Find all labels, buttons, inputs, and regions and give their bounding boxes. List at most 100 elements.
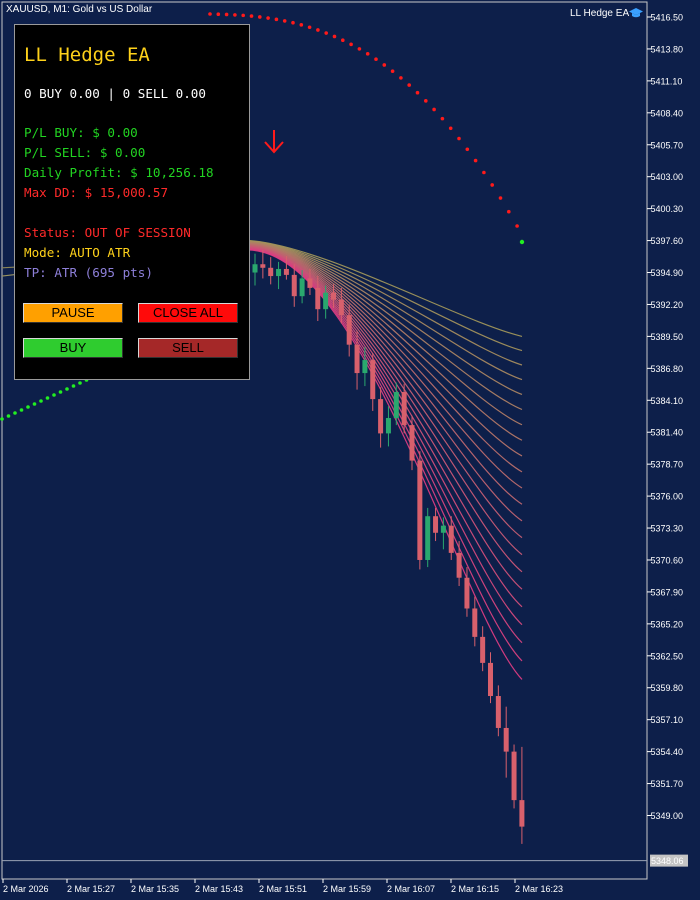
sar-dot	[324, 31, 329, 35]
price-tick-label: 5378.70	[651, 460, 684, 470]
price-tick-label: 5373.30	[651, 524, 684, 534]
candle-body	[260, 264, 266, 268]
sar-dot	[332, 34, 337, 39]
time-tick-label: 2 Mar 15:43	[195, 884, 243, 894]
sar-dot	[39, 399, 43, 403]
candle-body	[393, 391, 399, 419]
time-tick-label: 2 Mar 16:23	[515, 884, 563, 894]
sar-dot	[6, 414, 11, 418]
price-tick-label: 5349.00	[651, 811, 684, 821]
price-tick-label: 5392.20	[651, 300, 684, 310]
sar-dot	[208, 12, 212, 16]
candle-body	[433, 516, 439, 533]
price-tick-label: 5365.20	[651, 619, 684, 629]
candle-body	[315, 287, 321, 310]
panel-title: LL Hedge EA	[24, 44, 150, 66]
graduation-cap-icon	[629, 8, 643, 18]
price-tick-label: 5413.80	[651, 44, 684, 54]
ema-line	[249, 248, 523, 644]
positions-summary: 0 BUY 0.00 | 0 SELL 0.00	[24, 86, 206, 101]
price-tick-label: 5359.80	[651, 683, 684, 693]
sar-dot	[440, 116, 445, 121]
price-tick-label: 5370.60	[651, 555, 684, 565]
price-tick-label: 5397.60	[651, 236, 684, 246]
candle-body	[425, 516, 431, 560]
sar-dot	[448, 126, 453, 131]
time-tick-label: 2 Mar 16:07	[387, 884, 435, 894]
sar-dot	[365, 52, 370, 56]
sar-dot	[519, 239, 525, 245]
price-tick-label: 5389.50	[651, 332, 684, 342]
time-tick-label: 2 Mar 15:59	[323, 884, 371, 894]
sar-dot	[291, 20, 295, 25]
sar-dot	[233, 13, 237, 17]
sar-dot	[465, 147, 470, 152]
buy-button[interactable]: BUY	[23, 338, 123, 358]
time-tick-label: 2 Mar 16:15	[451, 884, 499, 894]
price-tick-label: 5351.70	[651, 779, 684, 789]
ema-line	[249, 244, 523, 505]
sar-dot	[374, 57, 378, 61]
daily-profit-text: Daily Profit: $ 10,256.18	[24, 165, 214, 180]
candle-body	[283, 268, 289, 275]
bid-price-label: 5348.06	[651, 856, 684, 866]
sar-dot	[299, 23, 304, 27]
sar-dot	[432, 107, 436, 112]
price-tick-label: 5400.30	[651, 204, 684, 214]
candle-body	[331, 292, 336, 300]
price-tick-label: 5384.10	[651, 396, 684, 406]
candle-body	[456, 552, 462, 578]
ema-line	[249, 244, 523, 489]
candle-body	[354, 344, 360, 374]
sar-dot	[19, 408, 24, 412]
ema-line	[249, 242, 523, 426]
mode-text: Mode: AUTO ATR	[24, 245, 131, 260]
ea-name-label: LL Hedge EA	[570, 8, 630, 19]
max-dd-text: Max DD: $ 15,000.57	[24, 185, 169, 200]
candle-body	[503, 727, 509, 752]
candle-body	[323, 292, 329, 310]
sar-dot	[258, 15, 262, 19]
sar-dot	[407, 83, 412, 87]
price-tick-label: 5354.40	[651, 747, 684, 757]
sar-dot	[32, 402, 37, 406]
sar-dot	[307, 25, 312, 30]
sell-button[interactable]: SELL	[138, 338, 238, 358]
price-tick-label: 5386.80	[651, 364, 684, 374]
price-tick-label: 5362.50	[651, 651, 684, 661]
tp-text: TP: ATR (695 pts)	[24, 265, 153, 280]
candle-body	[495, 696, 501, 728]
candle-body	[480, 636, 486, 663]
status-text: Status: OUT OF SESSION	[24, 225, 191, 240]
price-tick-label: 5416.50	[651, 13, 684, 23]
ema-line	[249, 248, 523, 662]
close-all-button[interactable]: CLOSE ALL	[138, 303, 238, 323]
sar-dot	[382, 63, 387, 67]
sar-dot	[224, 12, 229, 17]
sar-dot	[515, 224, 519, 228]
candle-body	[409, 425, 415, 461]
ea-control-panel: LL Hedge EA 0 BUY 0.00 | 0 SELL 0.00 P/L…	[14, 24, 250, 380]
ema-line	[249, 245, 523, 539]
sar-dot	[241, 13, 245, 18]
candle-body	[511, 751, 517, 801]
sar-dot	[52, 393, 56, 397]
candle-body	[299, 278, 305, 297]
candle-body	[472, 608, 478, 637]
candle-body	[362, 360, 368, 374]
candle-body	[448, 525, 454, 553]
sell-arrow-icon	[264, 130, 284, 154]
candle-body	[417, 460, 423, 560]
price-tick-label: 5381.40	[651, 428, 684, 438]
sar-dot	[0, 417, 4, 421]
sar-dot	[65, 387, 69, 391]
pause-button[interactable]: PAUSE	[23, 303, 123, 323]
sar-dot	[457, 136, 461, 141]
sar-dot	[424, 99, 428, 103]
candle-body	[276, 268, 282, 277]
price-tick-label: 5408.40	[651, 108, 684, 118]
price-tick-label: 5405.70	[651, 140, 684, 150]
candle-body	[385, 418, 391, 434]
ema-line	[249, 243, 523, 441]
candle-body	[338, 299, 344, 316]
